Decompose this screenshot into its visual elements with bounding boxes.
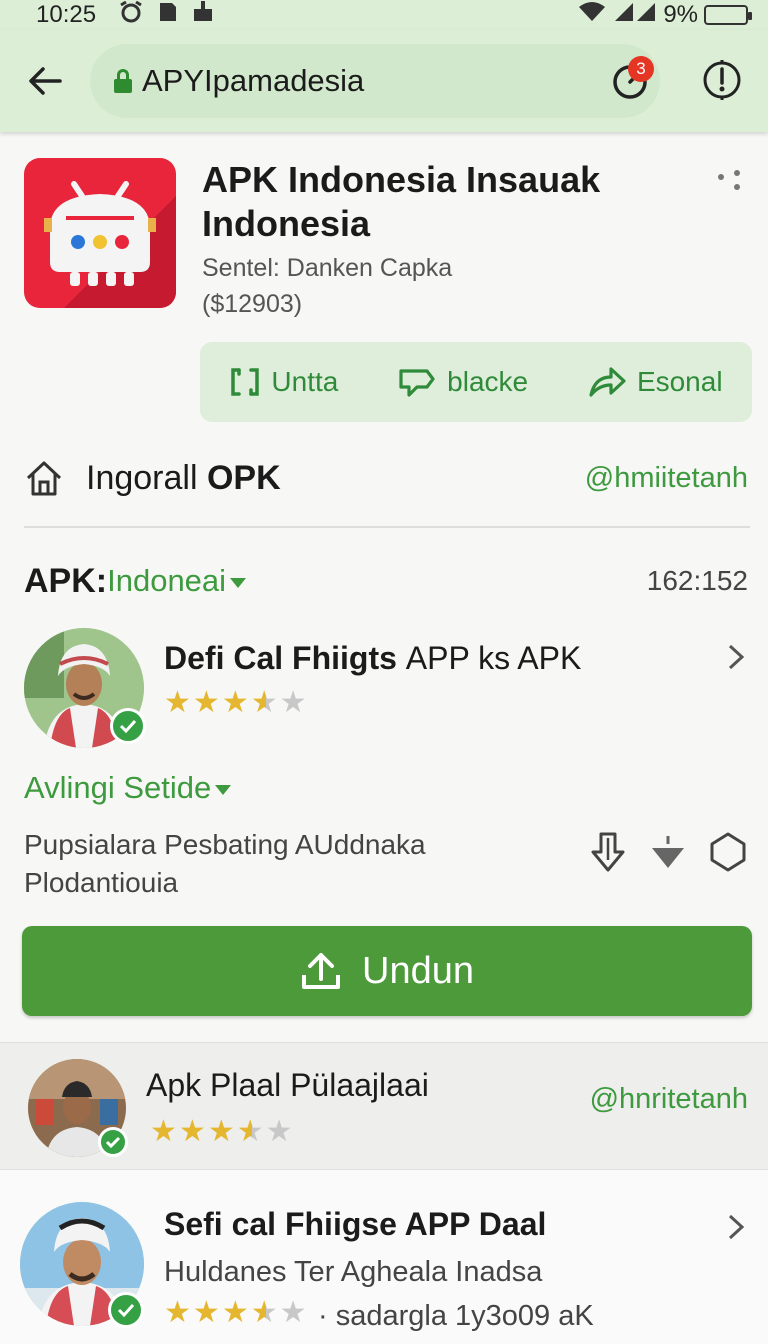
action-bar: Untta blacke Esonal <box>200 342 752 422</box>
diamond-icon[interactable] <box>648 830 688 874</box>
install-label-suffix: OPK <box>206 458 281 497</box>
featured-title-light: APP ks APK <box>405 640 582 676</box>
list-item[interactable]: Apk Plaal Pülaajlaai ★ ★ ★ ★ ★ @hnritetanh <box>0 1042 768 1170</box>
verified-check-icon <box>108 1292 144 1328</box>
download-label: Undun <box>362 949 474 992</box>
arrow-left-icon <box>29 67 62 95</box>
list-item-title: Apk Plaal Pülaajlaai <box>146 1067 429 1103</box>
app-title: APK Indonesia Insauak Indonesia <box>202 159 601 244</box>
list-item-rating: ★ ★ ★ ★ ★ <box>164 1298 307 1328</box>
availability-dropdown[interactable]: Avlingi Setide <box>24 770 232 806</box>
caret-down-icon <box>215 784 232 795</box>
flag-icon <box>399 369 435 397</box>
star-icon: ★ <box>164 686 191 719</box>
browser-toolbar: APYIpamadesia 3 <box>0 30 768 132</box>
alarm-icon <box>118 0 144 30</box>
section-count: 162:152 <box>646 565 748 596</box>
list-item-meta: · sadargla 1y3o09 aK <box>318 1300 594 1332</box>
upload-icon <box>302 953 340 989</box>
verified-check-icon <box>110 708 146 744</box>
star-icon: ★ <box>279 1296 307 1329</box>
chevron-right-icon[interactable] <box>726 642 746 672</box>
speed-gauge-button[interactable]: 3 <box>610 56 654 102</box>
action-label: blacke <box>447 366 529 397</box>
status-bar: 10:25 9% <box>0 0 768 30</box>
star-icon: ★ <box>279 686 307 719</box>
home-icon <box>26 461 62 496</box>
verified-check-icon <box>98 1127 128 1157</box>
star-icon: ★ <box>207 1115 235 1148</box>
featured-title[interactable]: Defi Cal Fhiigts APP ks APK <box>164 640 581 677</box>
bracket-icon <box>231 368 260 396</box>
lock-icon <box>114 69 132 93</box>
divider <box>24 526 750 528</box>
section-header: APK: Indoneai 162:152 <box>24 560 748 602</box>
section-prefix: APK: <box>24 561 108 600</box>
star-icon: ★ <box>164 1296 191 1329</box>
region-dropdown-label: Indoneai <box>107 563 227 598</box>
sim-icon <box>158 1 178 30</box>
share-icon <box>589 367 626 397</box>
caret-down-icon <box>230 577 247 588</box>
list-item-handle[interactable]: @hnritetanh <box>590 1083 748 1116</box>
star-icon: ★ <box>250 1296 278 1329</box>
install-handle-link[interactable]: @hmiitetanh <box>585 462 748 495</box>
star-icon: ★ <box>250 686 278 719</box>
star-icon: ★ <box>192 686 220 719</box>
action-blacke-button[interactable]: blacke <box>397 365 528 399</box>
battery-icon <box>704 5 752 25</box>
list-item[interactable]: Sefi cal Fhiigse APP Daal Huldanes Ter A… <box>0 1170 768 1344</box>
star-icon: ★ <box>221 1296 249 1329</box>
region-dropdown[interactable]: Indoneai <box>107 563 247 599</box>
install-label: Ingorall OPK <box>86 459 281 498</box>
star-icon: ★ <box>265 1115 293 1148</box>
availability-label: Avlingi Setide <box>24 770 212 805</box>
download-status-icon <box>192 0 214 30</box>
action-label: Untta <box>271 366 339 397</box>
app-price: ($12903) <box>202 290 303 318</box>
signal-icon <box>613 1 657 30</box>
status-time: 10:25 <box>36 1 97 28</box>
star-icon: ★ <box>221 686 249 719</box>
item-actions <box>588 830 748 874</box>
app-icon <box>24 158 176 308</box>
install-label-prefix: Ingorall <box>86 458 207 497</box>
url-text: APYIpamadesia <box>142 63 365 98</box>
action-esonal-button[interactable]: Esonal <box>587 365 723 399</box>
star-icon: ★ <box>178 1115 206 1148</box>
featured-title-bold: Defi Cal Fhiigts <box>164 640 406 676</box>
star-icon: ★ <box>150 1115 177 1148</box>
battery-percent: 9% <box>663 1 698 28</box>
star-icon: ★ <box>192 1296 220 1329</box>
description: Pupsialara Pesbating AUddnaka Plodantiou… <box>24 829 426 898</box>
list-item-rating: ★ ★ ★ ★ ★ <box>150 1117 293 1147</box>
install-row[interactable]: Ingorall OPK @hmiitetanh <box>24 448 748 508</box>
action-label: Esonal <box>636 366 723 397</box>
action-untta-button[interactable]: Untta <box>229 366 338 398</box>
more-options-icon[interactable] <box>718 170 744 190</box>
featured-rating: ★ ★ ★ ★ ★ <box>164 688 307 718</box>
hexagon-icon[interactable] <box>708 830 748 874</box>
download-button[interactable]: Undun <box>22 926 752 1016</box>
star-icon: ★ <box>236 1115 264 1148</box>
chevron-right-icon[interactable] <box>726 1212 746 1242</box>
address-bar[interactable]: APYIpamadesia 3 <box>90 44 660 118</box>
wifi-icon <box>577 1 607 30</box>
app-header: APK Indonesia Insauak Indonesia Sentel: … <box>24 156 744 318</box>
list-item-subtitle: Huldanes Ter Agheala Inadsa <box>164 1256 543 1288</box>
app-developer: Sentel: Danken Capka <box>202 254 453 282</box>
back-button[interactable] <box>0 30 90 132</box>
notification-badge: 3 <box>628 56 654 82</box>
list-item-title: Sefi cal Fhiigse APP Daal <box>164 1206 547 1242</box>
alert-button[interactable] <box>700 58 744 102</box>
download-arrow-icon[interactable] <box>588 830 628 874</box>
alert-circle-icon <box>703 60 741 100</box>
